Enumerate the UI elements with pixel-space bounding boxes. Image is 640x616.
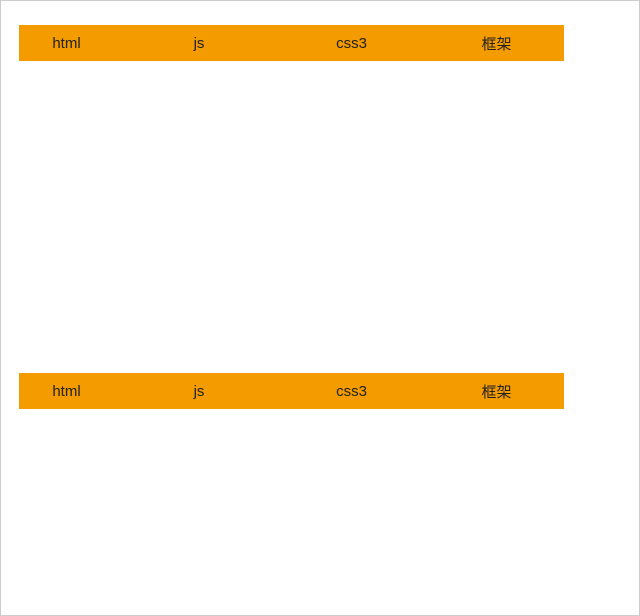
nav-item-html[interactable]: html bbox=[19, 383, 124, 400]
nav-item-label: css3 bbox=[336, 383, 367, 400]
nav-item-label: html bbox=[52, 383, 80, 400]
nav-item-js[interactable]: js bbox=[124, 383, 274, 400]
nav-item-framework[interactable]: 框架 bbox=[429, 381, 564, 402]
nav-item-label: html bbox=[52, 35, 80, 52]
nav-item-label: js bbox=[194, 35, 205, 52]
nav-item-js[interactable]: js bbox=[124, 35, 274, 52]
nav-item-label: css3 bbox=[336, 35, 367, 52]
nav-bar-bottom: html js css3 框架 bbox=[19, 373, 564, 409]
nav-item-html[interactable]: html bbox=[19, 35, 124, 52]
nav-item-framework[interactable]: 框架 bbox=[429, 33, 564, 54]
nav-item-css3[interactable]: css3 bbox=[274, 383, 429, 400]
nav-item-label: 框架 bbox=[481, 384, 511, 401]
nav-item-label: js bbox=[194, 383, 205, 400]
nav-item-label: 框架 bbox=[481, 36, 511, 53]
nav-bar-top: html js css3 框架 bbox=[19, 25, 564, 61]
nav-item-css3[interactable]: css3 bbox=[274, 35, 429, 52]
